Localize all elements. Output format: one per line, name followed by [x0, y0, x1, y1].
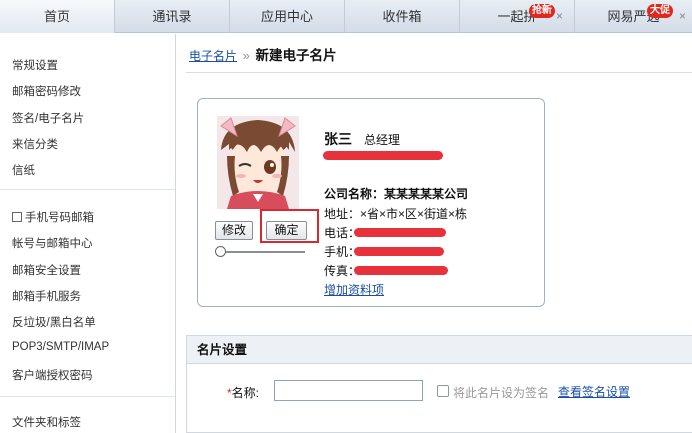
sidebar-divider — [0, 396, 175, 397]
panel-title: 名片设置 — [187, 336, 692, 364]
new-badge: 抢新 — [529, 4, 555, 18]
sidebar-item-phone-mail[interactable]: 手机号码邮箱 — [12, 209, 94, 225]
phone-redaction — [354, 228, 446, 237]
breadcrumb: 电子名片 » 新建电子名片 — [189, 44, 337, 64]
tab-app-center[interactable]: 应用中心 — [230, 0, 345, 33]
sidebar-item-label: 手机号码邮箱 — [25, 212, 94, 224]
email-redaction — [323, 151, 443, 160]
sidebar-item-stationery[interactable]: 信纸 — [12, 162, 35, 178]
sidebar-item-signature[interactable]: 签名/电子名片 — [12, 110, 84, 126]
tab-group-buy[interactable]: 一起拼 抢新 × — [460, 0, 575, 33]
name-label-text: 名称: — [231, 386, 260, 400]
address-label: 地址： — [324, 207, 361, 221]
card-job-title: 总经理 — [364, 133, 401, 147]
name-field-label: *名称: — [227, 384, 259, 401]
breadcrumb-separator: » — [242, 48, 250, 63]
tab-label: 通讯录 — [152, 9, 192, 24]
add-field-link[interactable]: 增加资料项 — [324, 281, 384, 298]
sidebar-item-pop3[interactable]: POP3/SMTP/IMAP — [12, 341, 109, 353]
mobile-redaction — [354, 247, 444, 256]
sidebar-item-mobile-service[interactable]: 邮箱手机服务 — [12, 288, 81, 304]
sidebar-item-general[interactable]: 常规设置 — [12, 57, 58, 73]
address-value: ×省×市×区×街道×栋 — [360, 207, 468, 221]
promo-badge: 大促 — [647, 4, 673, 18]
header-divider — [186, 72, 692, 73]
card-settings-panel: 名片设置 *名称: 将此名片设为签名 查看签名设置 — [186, 335, 692, 433]
settings-sidebar: 常规设置 邮箱密码修改 签名/电子名片 来信分类 信纸 手机号码邮箱 帐号与邮箱… — [0, 34, 175, 433]
set-as-signature-label: 将此名片设为签名 — [453, 386, 550, 400]
tab-inbox[interactable]: 收件箱 — [345, 0, 460, 33]
avatar — [217, 116, 299, 209]
top-tab-bar: 首页 通讯录 应用中心 收件箱 一起拼 抢新 × 网易严选 大促 × — [0, 0, 692, 33]
company-value: 某某某某某公司 — [384, 187, 469, 201]
sidebar-item-password[interactable]: 邮箱密码修改 — [12, 83, 81, 99]
sidebar-border — [175, 34, 176, 433]
sidebar-item-folders-tags[interactable]: 文件夹和标签 — [12, 414, 81, 430]
zoom-slider-track[interactable] — [221, 251, 305, 253]
sidebar-divider — [0, 189, 175, 190]
highlight-box — [260, 209, 319, 243]
sidebar-item-account-center[interactable]: 帐号与邮箱中心 — [12, 235, 93, 251]
card-company: 公司名称：某某某某某公司 — [324, 185, 468, 202]
tab-contacts[interactable]: 通讯录 — [115, 0, 230, 33]
breadcrumb-link-business-card[interactable]: 电子名片 — [189, 49, 237, 63]
tab-home[interactable]: 首页 — [0, 0, 115, 33]
card-name: 张三 — [324, 131, 352, 147]
zoom-slider-handle[interactable] — [215, 246, 226, 257]
tab-yanxuan[interactable]: 网易严选 大促 × — [575, 0, 692, 33]
close-icon[interactable]: × — [556, 0, 563, 33]
phone-icon — [12, 212, 22, 222]
tab-label: 应用中心 — [260, 9, 313, 24]
tab-label: 收件箱 — [382, 9, 422, 24]
card-address: 地址：×省×市×区×街道×栋 — [324, 205, 467, 222]
sidebar-item-client-auth[interactable]: 客户端授权密码 — [12, 367, 93, 383]
close-icon[interactable]: × — [679, 0, 686, 33]
company-label: 公司名称： — [324, 187, 385, 201]
page-title: 新建电子名片 — [255, 48, 337, 63]
sidebar-item-mail-rules[interactable]: 来信分类 — [12, 136, 58, 152]
sidebar-item-antispam[interactable]: 反垃圾/黑白名单 — [12, 314, 96, 330]
tab-label: 首页 — [43, 9, 70, 24]
sidebar-item-security[interactable]: 邮箱安全设置 — [12, 262, 81, 278]
fax-redaction — [354, 266, 448, 275]
edit-avatar-button[interactable]: 修改 — [215, 221, 253, 240]
business-card-preview: 修改 确定 张三 总经理 公司名称：某某某某某公司 地址：×省×市×区×街道×栋… — [197, 98, 545, 307]
view-signature-settings-link[interactable]: 查看签名设置 — [558, 383, 630, 400]
card-name-input[interactable] — [274, 380, 423, 401]
set-as-signature-checkbox[interactable] — [437, 385, 449, 397]
